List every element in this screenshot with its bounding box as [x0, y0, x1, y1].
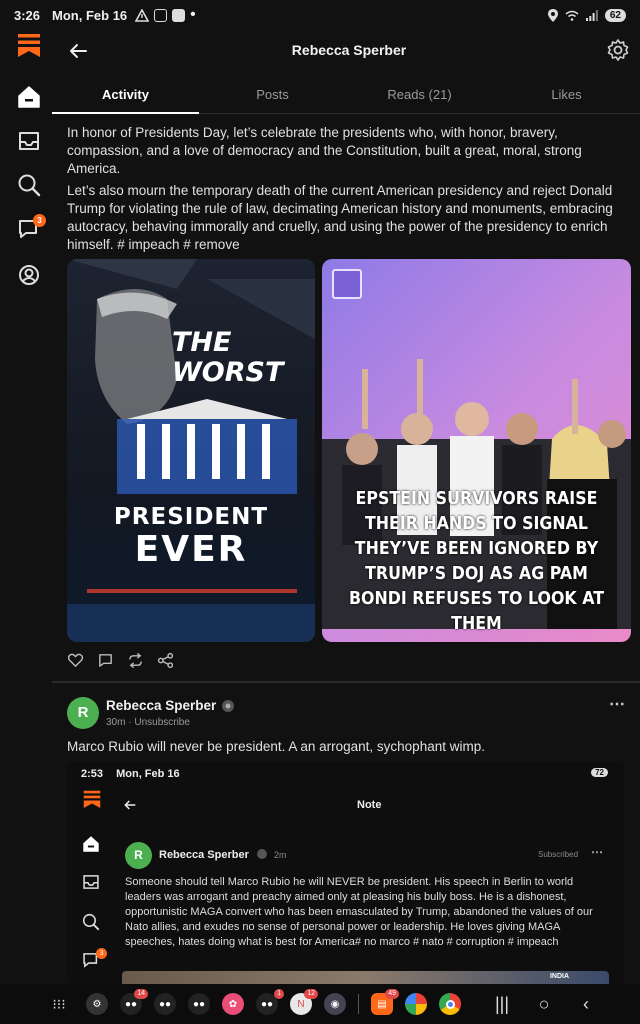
profile-icon[interactable]	[16, 262, 42, 288]
embed-status: 2:53 Mon, Feb 16	[81, 768, 180, 780]
app-drawer-icon[interactable]: ⁝⁝⁝	[44, 996, 74, 1013]
embed-home-icon	[83, 836, 99, 852]
image1-line3: PRESIDENT	[113, 504, 269, 530]
post-time: 30m	[106, 717, 126, 728]
substack-app-icon[interactable]: ▤ 49	[371, 989, 399, 1015]
embed-title: Note	[357, 799, 382, 811]
embed-author: Rebecca Sperber	[159, 849, 249, 861]
inbox-icon[interactable]	[16, 128, 42, 154]
embed-battery: 72	[591, 768, 608, 777]
image-artwork	[67, 259, 315, 642]
system-nav-bar: ⁝⁝⁝ ⚙ ●● 14 ●● ●● ✿ ●● 1 N 12 ◉ ▤ 49 ||| ○ ‹	[0, 984, 640, 1024]
substack-logo-icon[interactable]	[17, 33, 41, 57]
left-rail: 3	[0, 30, 58, 980]
embed-search-icon	[82, 913, 100, 931]
app-folder-2-icon[interactable]: ●●	[154, 993, 176, 1015]
chat-badge: 3	[33, 214, 46, 227]
status-time: 3:26	[14, 7, 41, 23]
page-title: Rebecca Sperber	[291, 42, 407, 58]
page-header: Rebecca Sperber	[58, 30, 640, 72]
post-paragraph-2: Let’s also mourn the temporary death of …	[67, 183, 613, 252]
app6-badge: 12	[304, 989, 318, 999]
post-image-epstein-survivors[interactable]: EPSTEIN SURVIVORS RAISE THEIR HANDS TO S…	[322, 259, 631, 642]
embed-image: INDIA	[122, 971, 609, 984]
location-icon	[547, 8, 558, 22]
embed-inbox-icon	[83, 875, 99, 889]
status-date: Mon, Feb 16	[52, 7, 128, 23]
tab-posts[interactable]: Posts	[199, 78, 346, 113]
embed-image-tag: INDIA	[549, 973, 569, 980]
embed-more-icon: ⋯	[591, 845, 603, 859]
post-author-name[interactable]: Rebecca Sperber	[106, 698, 216, 713]
app-notification-icon	[172, 8, 186, 22]
substack-badge: 49	[385, 989, 399, 999]
post2-text: Marco Rubio will never be president. A a…	[67, 739, 485, 754]
tab-activity[interactable]: Activity	[52, 78, 199, 114]
app1-badge: 14	[134, 989, 148, 999]
warning-icon	[135, 8, 150, 22]
embed-back-arrow-icon	[124, 800, 136, 810]
settings-gear-icon[interactable]	[606, 38, 630, 62]
embed-avatar: R	[125, 842, 152, 869]
app-folder-3-icon[interactable]: ●●	[188, 993, 210, 1015]
image1-line4: EVER	[134, 529, 248, 570]
post-paragraph-1: In honor of Presidents Day, let’s celebr…	[67, 125, 582, 176]
nav-separator	[358, 994, 359, 1014]
avatar[interactable]: R	[67, 697, 99, 729]
screenshot-icon	[154, 8, 168, 22]
image1-line2: WORST	[172, 357, 284, 388]
verified-badge-icon	[222, 700, 234, 712]
embed-verified-icon	[257, 849, 267, 859]
home-icon[interactable]	[16, 84, 42, 110]
flower-app-icon[interactable]: ✿	[222, 993, 244, 1015]
image2-logo-icon	[332, 269, 362, 299]
share-icon[interactable]	[157, 652, 174, 669]
status-bar: 3:26 Mon, Feb 16 • 62	[0, 0, 640, 30]
more-options-icon[interactable]: ⋯	[609, 694, 626, 714]
heart-icon[interactable]	[67, 652, 84, 669]
battery-indicator: 62	[604, 8, 626, 22]
embed-post-text: Someone should tell Marco Rubio he will …	[125, 876, 593, 948]
wifi-icon	[565, 10, 579, 21]
image1-line1: THE	[172, 327, 232, 358]
embed-subscribed: Subscribed	[538, 850, 579, 859]
comment-icon[interactable]	[97, 652, 114, 669]
unsubscribe-link[interactable]: Unsubscribe	[134, 717, 190, 728]
news-app-icon[interactable]: N 12	[290, 989, 318, 1015]
post-divider	[52, 681, 640, 683]
app5-badge: 1	[274, 989, 284, 999]
embed-age: 2m	[274, 850, 287, 860]
back-chevron-icon[interactable]: ‹	[571, 994, 601, 1015]
photos-app-icon[interactable]	[405, 993, 427, 1015]
embed-substack-logo-icon	[83, 790, 101, 808]
profile-tabs: Activity Posts Reads (21) Likes	[52, 78, 640, 114]
embedded-screenshot[interactable]: 2:53 Mon, Feb 16 72 Note 3 R Rebecca Spe…	[67, 762, 624, 984]
embed-chat-badge: 3	[96, 948, 107, 959]
app-folder-4-icon[interactable]: ●● 1	[256, 989, 284, 1015]
recents-icon[interactable]: |||	[487, 994, 517, 1015]
more-dot-icon: •	[190, 6, 196, 23]
home-circle-icon[interactable]: ○	[529, 994, 559, 1015]
chrome-app-icon[interactable]	[439, 993, 461, 1015]
settings-app-icon[interactable]: ⚙	[86, 993, 108, 1015]
post-meta: 30m · Unsubscribe	[106, 717, 190, 728]
tab-reads[interactable]: Reads (21)	[346, 78, 493, 113]
image2-caption: EPSTEIN SURVIVORS RAISE THEIR HANDS TO S…	[348, 488, 605, 634]
tab-likes[interactable]: Likes	[493, 78, 640, 113]
restack-icon[interactable]	[127, 652, 144, 669]
embed-date: Mon, Feb 16	[116, 768, 180, 780]
post-actions	[67, 652, 174, 669]
app-folder-1-icon[interactable]: ●● 14	[120, 989, 148, 1015]
signal-icon	[585, 9, 598, 21]
search-icon[interactable]	[16, 172, 42, 198]
avatar-app-icon[interactable]: ◉	[324, 993, 346, 1015]
embed-time: 2:53	[81, 768, 104, 780]
notification-icons: •	[135, 6, 196, 24]
post-image-worst-president[interactable]: THE WORST PRESIDENT EVER	[67, 259, 315, 642]
